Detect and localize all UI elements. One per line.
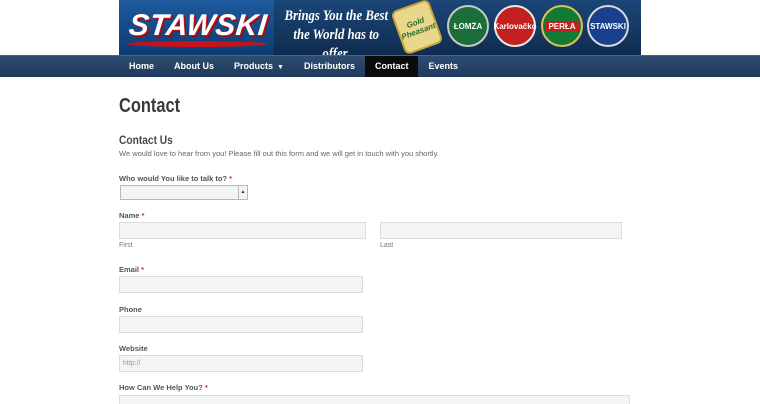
header-banner: STAWSKI Brings You the Best the World ha… xyxy=(119,0,641,55)
brand-badge-stawski: STAWSKI xyxy=(587,5,629,47)
brand-badge-lomza: ŁOMŻA xyxy=(447,5,489,47)
email-input[interactable] xyxy=(119,276,363,293)
required-mark: * xyxy=(204,383,208,392)
nav-distributors[interactable]: Distributors xyxy=(294,56,365,77)
website-input[interactable]: http:// xyxy=(119,355,363,372)
phone-input[interactable] xyxy=(119,316,363,333)
nav-about-us[interactable]: About Us xyxy=(164,56,224,77)
caret-down-icon: ▼ xyxy=(277,64,284,71)
talk-to-label: Who would You like to talk to? * xyxy=(119,174,232,183)
phone-label: Phone xyxy=(119,305,142,314)
nav-products[interactable]: Products ▼ xyxy=(224,56,294,77)
main-nav: Home About Us Products ▼ Distributors Con… xyxy=(119,56,468,77)
talk-to-label-text: Who would You like to talk to? xyxy=(119,174,228,183)
main-nav-bar: Home About Us Products ▼ Distributors Con… xyxy=(0,55,760,77)
nav-contact[interactable]: Contact xyxy=(364,56,419,77)
nav-products-label: Products xyxy=(234,61,274,71)
tagline-line1: Brings You the Best xyxy=(284,8,389,24)
brand-badge-karlovacko: Karlovačko xyxy=(493,5,537,47)
brand-badge-perla: PERŁA xyxy=(541,5,583,47)
name-label: Name * xyxy=(119,211,144,220)
help-label-text: How Can We Help You? xyxy=(119,383,203,392)
brand-badge-gold-pheasant: Gold Pheasant xyxy=(390,0,444,55)
section-title: Contact Us xyxy=(119,133,173,147)
nav-home[interactable]: Home xyxy=(119,56,164,77)
required-mark: * xyxy=(141,265,145,274)
logo-swoosh xyxy=(127,41,267,47)
help-label: How Can We Help You? * xyxy=(119,383,208,392)
first-name-sublabel: First xyxy=(119,242,133,249)
intro-text: We would love to hear from you! Please f… xyxy=(119,149,439,158)
website-placeholder: http:// xyxy=(123,360,141,367)
stawski-logo[interactable]: STAWSKI xyxy=(119,0,274,55)
first-name-input[interactable] xyxy=(119,222,366,239)
select-arrow-icon: ▲ xyxy=(238,186,247,199)
logo-text: STAWSKI xyxy=(127,9,269,42)
email-label-text: Email xyxy=(119,265,140,274)
nav-events[interactable]: Events xyxy=(418,56,468,77)
website-label: Website xyxy=(119,344,148,353)
last-name-sublabel: Last xyxy=(380,242,394,249)
tagline: Brings You the Best the World has to off… xyxy=(281,7,392,55)
tagline-line2: the World has to offer. xyxy=(293,27,380,55)
page-title: Contact xyxy=(119,95,181,117)
required-mark: * xyxy=(229,174,233,183)
name-label-text: Name xyxy=(119,211,140,220)
last-name-input[interactable] xyxy=(380,222,622,239)
talk-to-select[interactable]: ▲ xyxy=(120,185,248,200)
required-mark: * xyxy=(141,211,145,220)
email-label: Email * xyxy=(119,265,144,274)
